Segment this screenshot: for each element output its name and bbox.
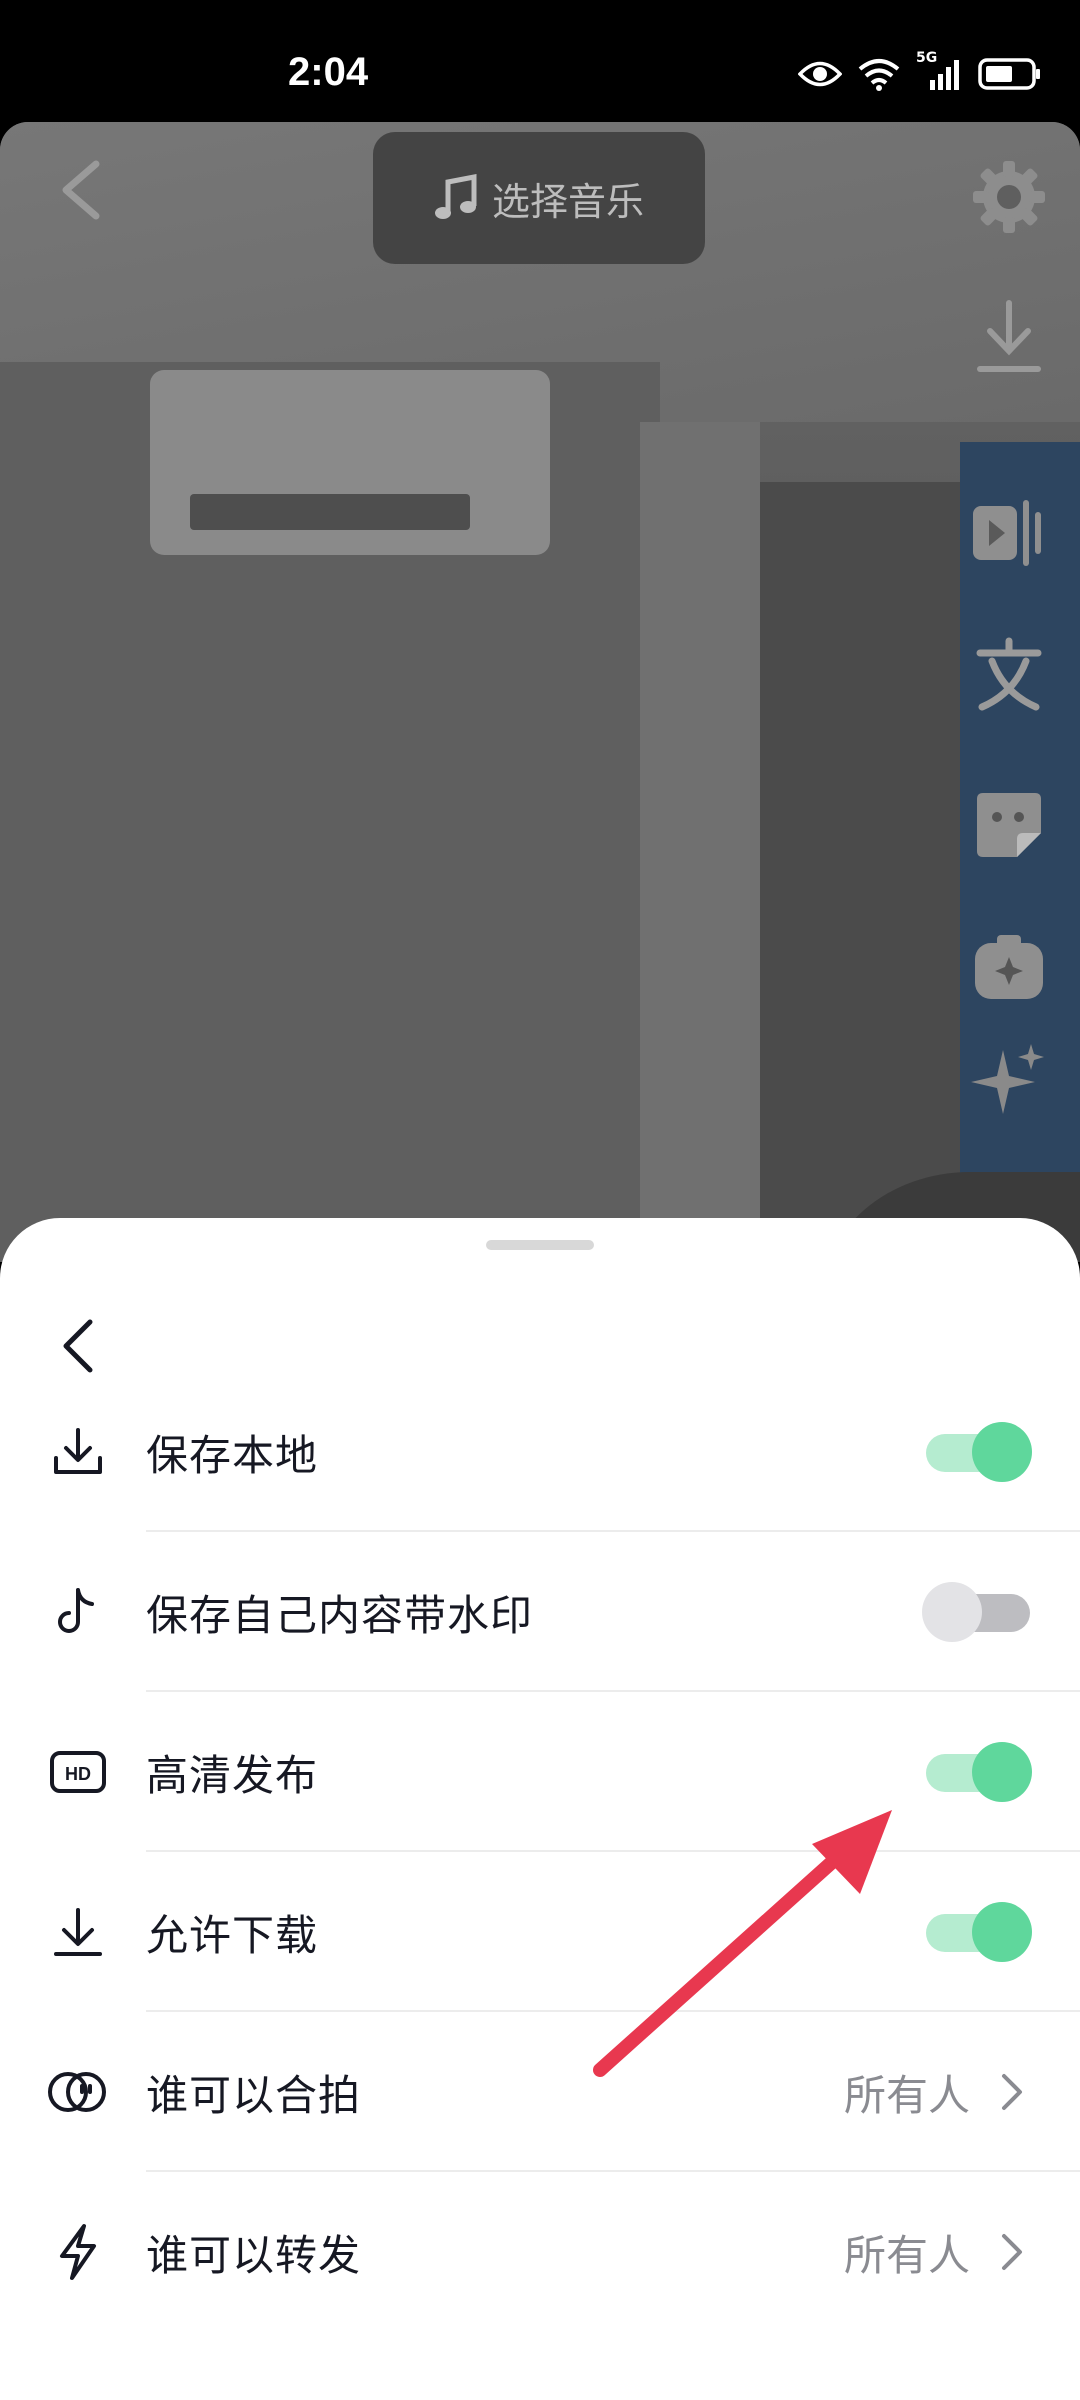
select-music-button[interactable]: 选择音乐 bbox=[373, 132, 705, 264]
sheet-back-icon[interactable] bbox=[56, 1314, 100, 1378]
download-icon bbox=[46, 1420, 110, 1484]
chevron-right-icon bbox=[1002, 2074, 1022, 2110]
preview-pillar bbox=[640, 422, 760, 1262]
status-icons: 5G bbox=[798, 50, 1042, 92]
row-save-watermark[interactable]: 保存自己内容带水印 bbox=[0, 1532, 1080, 1692]
settings-sheet: 保存本地 保存自己内容带水印 HD 高清发布 允许下载 谁可以合拍 所有人 谁可… bbox=[0, 1218, 1080, 2400]
sheet-drag-handle[interactable] bbox=[486, 1240, 594, 1250]
lightning-icon bbox=[46, 2220, 110, 2284]
hd-icon: HD bbox=[46, 1740, 110, 1804]
text-icon bbox=[976, 637, 1042, 711]
camera-preview bbox=[0, 122, 1080, 1262]
toggle-knob bbox=[972, 1742, 1032, 1802]
row-label: 保存自己内容带水印 bbox=[146, 1591, 534, 1640]
signal-icon: 5G bbox=[916, 50, 962, 92]
row-save-local[interactable]: 保存本地 bbox=[0, 1372, 1080, 1532]
gear-icon bbox=[973, 161, 1045, 233]
sparkle-tool-button[interactable] bbox=[964, 1040, 1054, 1130]
select-music-label: 选择音乐 bbox=[491, 179, 644, 224]
save-watermark-toggle[interactable] bbox=[922, 1580, 1032, 1644]
duet-icon bbox=[46, 2060, 110, 2124]
sticker-tool-button[interactable] bbox=[964, 780, 1054, 870]
allow-download-toggle[interactable] bbox=[922, 1900, 1032, 1964]
effects-icon bbox=[975, 935, 1043, 999]
split-icon bbox=[973, 500, 1041, 566]
row-value: 所有人 bbox=[843, 2231, 970, 2280]
row-label: 保存本地 bbox=[146, 1431, 319, 1480]
download-icon bbox=[977, 300, 1041, 372]
toggle-knob bbox=[972, 1422, 1032, 1482]
row-allow-download[interactable]: 允许下载 bbox=[0, 1852, 1080, 2012]
wifi-icon bbox=[858, 59, 900, 91]
row-hd-publish[interactable]: HD 高清发布 bbox=[0, 1692, 1080, 1852]
row-label: 高清发布 bbox=[146, 1751, 319, 1800]
text-tool-button[interactable] bbox=[964, 630, 1054, 720]
row-who-can-duet[interactable]: 谁可以合拍 所有人 bbox=[0, 2012, 1080, 2172]
battery-icon bbox=[978, 58, 1040, 90]
status-bar: 2:04 5G bbox=[0, 0, 1080, 122]
download-icon bbox=[46, 1900, 110, 1964]
row-label: 谁可以转发 bbox=[146, 2231, 362, 2280]
status-time: 2:04 bbox=[288, 50, 369, 94]
sparkle-icon bbox=[971, 1044, 1044, 1114]
toggle-knob bbox=[922, 1582, 982, 1642]
air-conditioner-vent bbox=[190, 494, 470, 530]
back-icon[interactable] bbox=[50, 150, 110, 230]
chevron-right-icon bbox=[1002, 2234, 1022, 2270]
download-tool-button[interactable] bbox=[964, 292, 1054, 382]
hd-publish-toggle[interactable] bbox=[922, 1740, 1032, 1804]
save-local-toggle[interactable] bbox=[922, 1420, 1032, 1484]
sticker-icon bbox=[977, 793, 1041, 857]
toggle-knob bbox=[972, 1902, 1032, 1962]
settings-button[interactable] bbox=[964, 152, 1054, 242]
eye-icon bbox=[798, 61, 842, 87]
row-label: 允许下载 bbox=[146, 1911, 319, 1960]
row-who-can-share[interactable]: 谁可以转发 所有人 bbox=[0, 2172, 1080, 2332]
row-label: 谁可以合拍 bbox=[146, 2071, 362, 2120]
svg-text:HD: HD bbox=[65, 1764, 91, 1784]
effects-tool-button[interactable] bbox=[964, 922, 1054, 1012]
row-value: 所有人 bbox=[843, 2071, 970, 2120]
tiktok-icon bbox=[46, 1580, 110, 1644]
split-tool-button[interactable] bbox=[964, 488, 1054, 578]
music-note-icon bbox=[434, 174, 477, 219]
